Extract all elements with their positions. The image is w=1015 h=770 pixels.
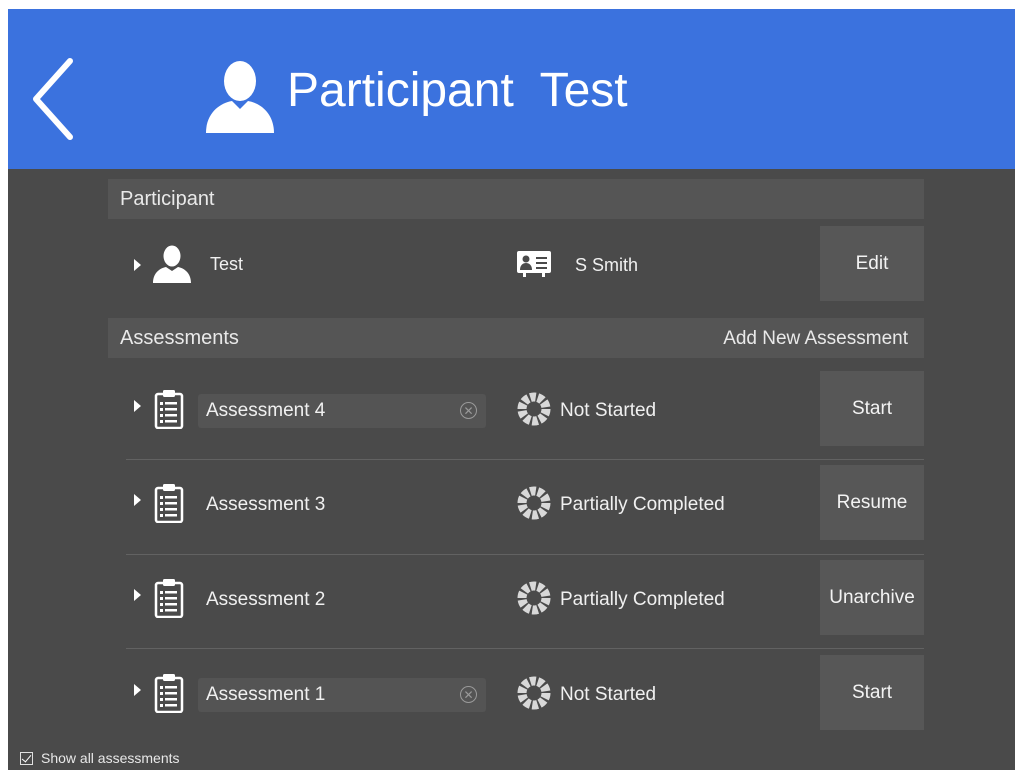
assessment-name: Assessment 1 — [206, 684, 326, 705]
participant-section-title: Participant — [120, 188, 215, 210]
main-content: Participant Test S Smith Edit Assessment… — [8, 169, 1015, 770]
assessment-status: Not Started — [560, 400, 657, 421]
clipboard-icon — [154, 390, 184, 429]
expand-caret-icon[interactable] — [134, 259, 141, 271]
id-card-icon — [517, 251, 551, 277]
assessment-name: Assessment 3 — [206, 494, 326, 515]
chevron-left-icon — [33, 58, 73, 140]
edit-button[interactable]: Edit — [820, 226, 924, 301]
assessment-row: Assessment 1 ✕ Not Started Start — [108, 649, 924, 743]
assessment-status: Partially Completed — [560, 494, 725, 515]
progress-ring-icon — [517, 392, 551, 426]
progress-ring-icon — [517, 581, 551, 615]
expand-caret-icon[interactable] — [134, 400, 141, 412]
clipboard-icon — [154, 484, 184, 523]
start-button[interactable]: Start — [820, 371, 924, 446]
progress-ring-icon — [517, 486, 551, 520]
assessment-row: Assessment 3 Partially Completed Resume — [108, 460, 924, 554]
person-icon — [153, 245, 191, 283]
show-all-checkbox[interactable] — [20, 751, 33, 765]
contact-name: S Smith — [575, 255, 639, 275]
resume-button[interactable]: Resume — [820, 465, 924, 540]
participant-section-header: Participant — [108, 179, 924, 219]
assessments-section-title: Assessments — [120, 327, 239, 349]
clipboard-icon — [154, 674, 184, 713]
assessment-name-field[interactable]: Assessment 1 ✕ — [198, 678, 486, 712]
progress-ring-icon — [517, 676, 551, 710]
assessment-status: Not Started — [560, 684, 657, 705]
assessment-name: Assessment 2 — [206, 589, 326, 610]
back-button[interactable] — [28, 55, 80, 143]
show-all-label: Show all assessments — [41, 750, 180, 766]
assessment-name-field[interactable]: Assessment 4 ✕ — [198, 394, 486, 428]
expand-caret-icon[interactable] — [134, 589, 141, 601]
assessment-row: Assessment 2 Partially Completed Unarchi… — [108, 554, 924, 648]
page-title: Participant Test — [287, 64, 628, 117]
app-header: Participant Test — [8, 9, 1015, 169]
assessment-name: Assessment 4 — [206, 400, 326, 421]
assessment-row: Assessment 4 ✕ Not Started Start — [108, 365, 924, 459]
unarchive-button[interactable]: Unarchive — [820, 560, 924, 635]
clear-icon[interactable]: ✕ — [460, 402, 477, 419]
add-new-assessment-button[interactable]: Add New Assessment — [723, 328, 908, 350]
assessment-status: Partially Completed — [560, 589, 725, 610]
assessments-section-header: Assessments Add New Assessment — [108, 318, 924, 358]
expand-caret-icon[interactable] — [134, 494, 141, 506]
clipboard-icon — [154, 579, 184, 618]
participant-row: Test S Smith Edit — [108, 222, 924, 316]
participant-name: Test — [210, 254, 244, 274]
person-icon — [206, 61, 274, 133]
start-button[interactable]: Start — [820, 655, 924, 730]
show-all-toggle[interactable]: Show all assessments — [20, 750, 180, 766]
clear-icon[interactable]: ✕ — [460, 686, 477, 703]
expand-caret-icon[interactable] — [134, 684, 141, 696]
